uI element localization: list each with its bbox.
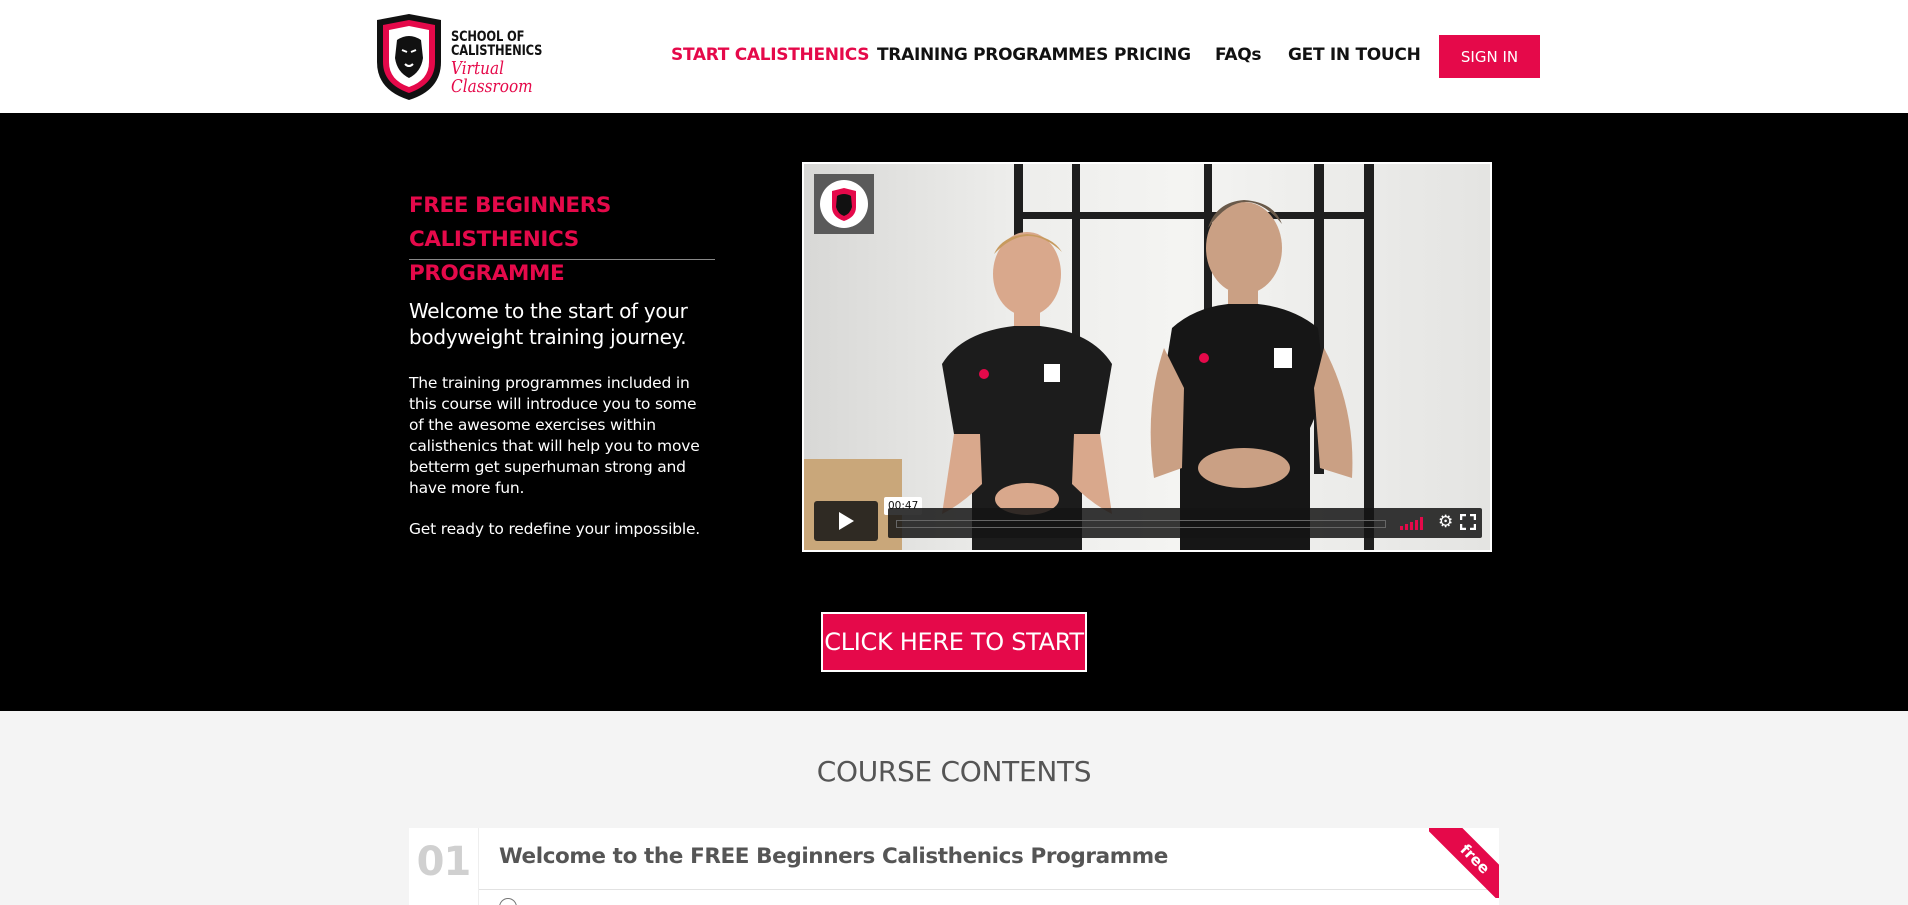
video-play-button[interactable] <box>814 501 878 541</box>
video-control-bar: ⚙ <box>888 508 1482 538</box>
lion-shield-icon <box>377 14 441 100</box>
fullscreen-icon[interactable] <box>1460 514 1476 530</box>
hero-body: The training programmes included in this… <box>409 374 700 497</box>
volume-icon[interactable] <box>1400 516 1426 530</box>
logo-line-1: SCHOOL OF <box>451 29 525 45</box>
settings-gear-icon[interactable]: ⚙ <box>1438 512 1453 532</box>
nav-pricing[interactable]: PRICING <box>1114 45 1191 65</box>
lesson-title[interactable]: Welcome to the FREE Beginners Calistheni… <box>499 844 1168 869</box>
free-ribbon: free <box>1429 828 1499 898</box>
video-person-left <box>942 232 1112 550</box>
nav-get-in-touch[interactable]: GET IN TOUCH <box>1288 45 1421 65</box>
lesson-number: 01 <box>409 828 479 905</box>
hero-section: FREE BEGINNERS CALISTHENICS PROGRAMME We… <box>0 113 1908 711</box>
site-header: SCHOOL OF CALISTHENICS Virtual Classroom… <box>0 0 1908 113</box>
hero-tagline: Get ready to redefine your impossible. <box>409 520 701 538</box>
hero-lead: Welcome to the start of your bodyweight … <box>409 299 688 349</box>
lesson-row[interactable]: 01 Welcome to the FREE Beginners Calisth… <box>409 828 1499 905</box>
start-course-button[interactable]: CLICK HERE TO START <box>821 612 1087 672</box>
course-contents-title: COURSE CONTENTS <box>816 755 1092 788</box>
video-progress-track[interactable] <box>896 520 1386 528</box>
nav-start-calisthenics[interactable]: START CALISTHENICS <box>671 45 869 65</box>
logo-script: Virtual Classroom <box>451 58 533 97</box>
sign-in-button[interactable]: SIGN IN <box>1439 35 1540 78</box>
intro-video-player[interactable]: 00:47 ⚙ <box>802 162 1492 552</box>
video-person-right <box>1150 200 1353 550</box>
play-icon <box>839 512 854 530</box>
channel-badge <box>814 174 874 234</box>
hero-title: FREE BEGINNERS CALISTHENICS PROGRAMME <box>409 193 611 286</box>
nav-faqs[interactable]: FAQs <box>1215 45 1262 65</box>
logo-line-2: CALISTHENICS <box>451 43 543 59</box>
free-badge: free <box>1429 828 1499 898</box>
course-contents-section: COURSE CONTENTS 01 Welcome to the FREE B… <box>0 711 1908 905</box>
clock-icon <box>499 898 517 905</box>
site-logo[interactable]: SCHOOL OF CALISTHENICS Virtual Classroom <box>369 12 569 102</box>
lion-shield-icon <box>820 180 868 228</box>
lesson-divider <box>479 889 1499 890</box>
nav-training-programmes[interactable]: TRAINING PROGRAMMES <box>877 45 1108 65</box>
hero-title-divider <box>409 259 715 260</box>
